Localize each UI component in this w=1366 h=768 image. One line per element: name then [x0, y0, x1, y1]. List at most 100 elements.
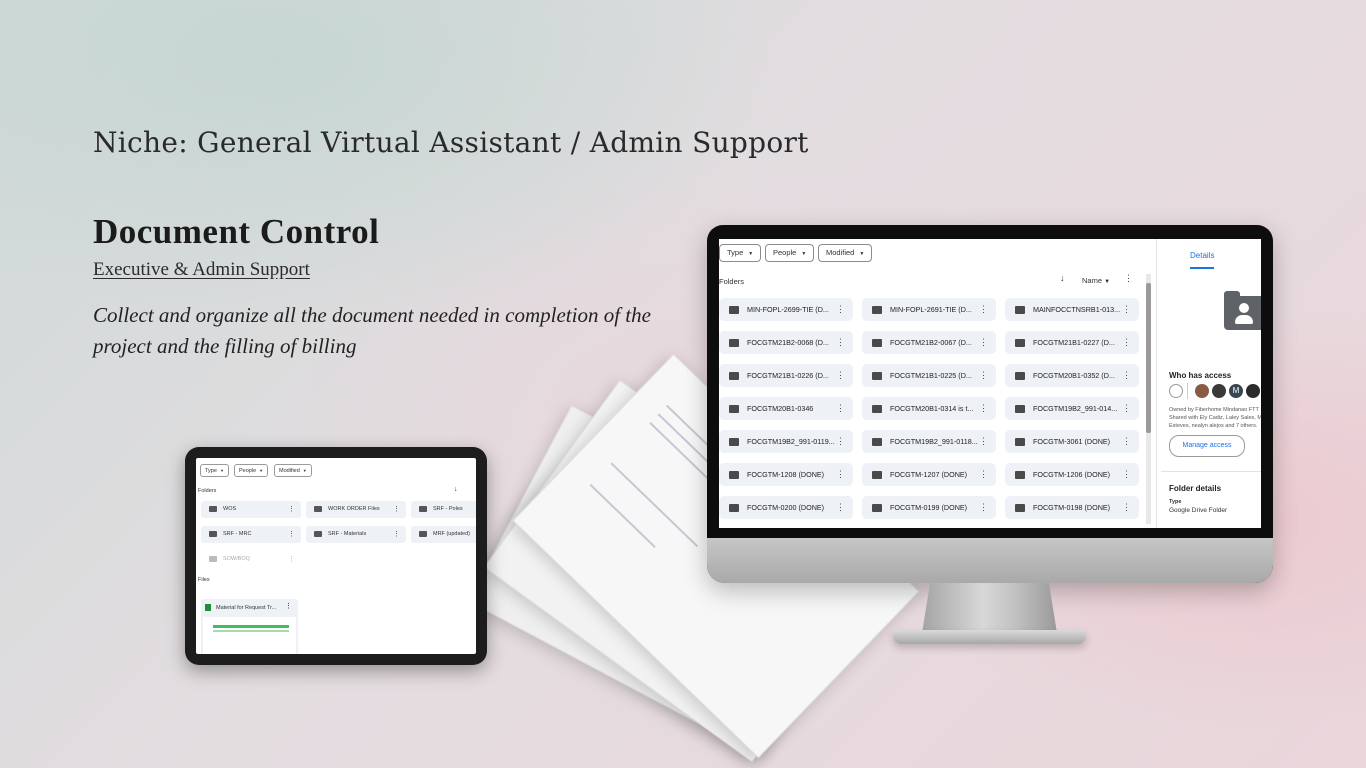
- folder-icon: [872, 405, 882, 413]
- folder-card[interactable]: FOCGTM21B2-0068 (D... ⋮: [719, 331, 853, 354]
- sort-arrow-icon[interactable]: ↓: [1060, 273, 1065, 283]
- more-options-icon[interactable]: ⋮: [836, 430, 845, 453]
- folder-card[interactable]: WOS ⋮: [201, 501, 301, 518]
- folder-card[interactable]: FOCGTM21B1-0226 (D... ⋮: [719, 364, 853, 387]
- folder-card[interactable]: MIN-FOPL-2699-TIE (D... ⋮: [719, 298, 853, 321]
- folder-icon: [419, 531, 427, 537]
- avatar[interactable]: M: [1229, 384, 1243, 398]
- drive-screen: Type ▼ People ▼ Modified ▼ Folders ↓ Name ▼…: [719, 239, 1261, 528]
- filter-modified-chip[interactable]: Modified ▼: [818, 244, 873, 262]
- folder-name: FOCGTM19B2_991-0119...: [747, 437, 835, 446]
- sort-name-button[interactable]: Name ▼: [1082, 276, 1110, 285]
- filter-modified-chip[interactable]: Modified ▼: [274, 464, 312, 477]
- filter-type-chip[interactable]: Type ▼: [200, 464, 229, 477]
- folder-card[interactable]: SOW/BOQ ⋮: [201, 551, 301, 568]
- more-options-icon[interactable]: ⋮: [1122, 430, 1131, 453]
- folder-icon: [1015, 339, 1025, 347]
- folder-card[interactable]: FOCGTM20B1-0352 (D... ⋮: [1005, 364, 1139, 387]
- filter-people-chip[interactable]: People ▼: [234, 464, 269, 477]
- more-options-icon[interactable]: ⋮: [836, 397, 845, 420]
- folder-card[interactable]: FOCGTM21B1-0227 (D... ⋮: [1005, 331, 1139, 354]
- folder-card[interactable]: FOCGTM-1208 (DONE) ⋮: [719, 463, 853, 486]
- folder-card[interactable]: WORK ORDER Files ⋮: [306, 501, 406, 518]
- more-options-icon[interactable]: ⋮: [836, 298, 845, 321]
- files-label: Files: [198, 577, 210, 583]
- more-options-icon[interactable]: ⋮: [836, 331, 845, 354]
- folder-icon: [419, 506, 427, 512]
- more-options-icon[interactable]: ⋮: [393, 526, 400, 543]
- folder-card[interactable]: MRF (updated): [411, 526, 476, 543]
- folder-icon: [1015, 438, 1025, 446]
- more-options-icon[interactable]: ⋮: [288, 501, 295, 518]
- folder-icon: [729, 306, 739, 314]
- tablet-device: Type ▼ People ▼ Modified ▼ Folders ↓ WOS ⋮ W…: [185, 447, 487, 665]
- more-options-icon[interactable]: ⋮: [979, 430, 988, 453]
- folder-card[interactable]: FOCGTM21B2-0067 (D... ⋮: [862, 331, 996, 354]
- more-options-icon[interactable]: ⋮: [979, 397, 988, 420]
- folder-card[interactable]: FOCGTM-1206 (DONE) ⋮: [1005, 463, 1139, 486]
- more-options-icon[interactable]: ⋮: [979, 496, 988, 519]
- avatar[interactable]: [1195, 384, 1209, 398]
- scrollbar-thumb[interactable]: [1146, 283, 1151, 433]
- folder-card[interactable]: FOCGTM21B1-0225 (D... ⋮: [862, 364, 996, 387]
- manage-access-button[interactable]: Manage access: [1169, 435, 1245, 457]
- more-options-icon[interactable]: ⋮: [979, 298, 988, 321]
- folder-name: SOW/BOQ: [223, 556, 250, 562]
- tab-details[interactable]: Details: [1190, 251, 1214, 260]
- folder-card[interactable]: SRF - Materials ⋮: [306, 526, 406, 543]
- folder-icon: [209, 556, 217, 562]
- more-options-icon[interactable]: ⋮: [836, 463, 845, 486]
- shared-text: Shared with Ely Cadiz, Laley Sales, M: [1169, 415, 1261, 421]
- folder-card[interactable]: FOCGTM19B2_991-014... ⋮: [1005, 397, 1139, 420]
- folder-name: FOCGTM21B1-0227 (D...: [1033, 338, 1115, 347]
- folder-card[interactable]: FOCGTM-0199 (DONE) ⋮: [862, 496, 996, 519]
- folder-card[interactable]: MIN-FOPL-2691-TIE (D... ⋮: [862, 298, 996, 321]
- more-options-icon[interactable]: ⋮: [1122, 463, 1131, 486]
- more-options-icon[interactable]: ⋮: [288, 526, 295, 543]
- folder-name: FOCGTM21B1-0225 (D...: [890, 371, 972, 380]
- caret-down-icon: ▼: [259, 468, 264, 473]
- folder-name: WORK ORDER Files: [328, 506, 380, 512]
- folder-icon: [729, 504, 739, 512]
- more-options-icon[interactable]: ⋮: [979, 463, 988, 486]
- avatar[interactable]: [1246, 384, 1260, 398]
- more-options-icon[interactable]: ⋮: [1122, 397, 1131, 420]
- folder-card[interactable]: FOCGTM-1207 (DONE) ⋮: [862, 463, 996, 486]
- caret-down-icon: ▼: [801, 251, 807, 257]
- owner-text: Owned by Fiberhome Mindanao FTT: [1169, 407, 1259, 413]
- more-options-icon[interactable]: ⋮: [1122, 298, 1131, 321]
- folder-card[interactable]: FOCGTM20B1-0346 ⋮: [719, 397, 853, 420]
- folder-card[interactable]: FOCGTM19B2_991-0119... ⋮: [719, 430, 853, 453]
- folder-card[interactable]: FOCGTM-3061 (DONE) ⋮: [1005, 430, 1139, 453]
- more-options-icon[interactable]: ⋮: [1122, 496, 1131, 519]
- more-options-icon[interactable]: ⋮: [836, 496, 845, 519]
- folder-card[interactable]: FOCGTM-0198 (DONE) ⋮: [1005, 496, 1139, 519]
- filter-people-chip[interactable]: People ▼: [765, 244, 815, 262]
- more-options-icon[interactable]: ⋮: [979, 331, 988, 354]
- type-label: Type: [1169, 499, 1182, 505]
- folder-name: FOCGTM-1207 (DONE): [890, 470, 968, 479]
- more-options-icon[interactable]: ⋮: [1124, 273, 1133, 284]
- page-description: Collect and organize all the document ne…: [93, 303, 651, 358]
- folder-card[interactable]: FOCGTM-0200 (DONE) ⋮: [719, 496, 853, 519]
- folder-card[interactable]: FOCGTM19B2_991-0118... ⋮: [862, 430, 996, 453]
- filter-type-chip[interactable]: Type ▼: [719, 244, 762, 262]
- folder-card[interactable]: SRF - MRC ⋮: [201, 526, 301, 543]
- file-card[interactable]: Material for Request Tr... ⋮: [201, 599, 298, 654]
- more-options-icon[interactable]: ⋮: [288, 551, 295, 568]
- folder-card[interactable]: MAINFOCCTNSRB1-013... ⋮: [1005, 298, 1139, 321]
- page-subtitle: Executive & Admin Support: [93, 259, 310, 280]
- more-options-icon[interactable]: ⋮: [836, 364, 845, 387]
- caret-down-icon: ▼: [219, 468, 224, 473]
- more-options-icon[interactable]: ⋮: [1122, 331, 1131, 354]
- sort-arrow-icon[interactable]: ↓: [454, 486, 458, 493]
- file-name: Material for Request Tr...: [216, 604, 277, 611]
- folder-card[interactable]: FOCGTM20B1-0314 is t... ⋮: [862, 397, 996, 420]
- more-options-icon[interactable]: ⋮: [393, 501, 400, 518]
- more-options-icon[interactable]: ⋮: [285, 602, 292, 610]
- more-options-icon[interactable]: ⋮: [979, 364, 988, 387]
- folder-card[interactable]: SRF - Poles: [411, 501, 476, 518]
- more-options-icon[interactable]: ⋮: [1122, 364, 1131, 387]
- folder-name: FOCGTM-0198 (DONE): [1033, 503, 1111, 512]
- avatar[interactable]: [1212, 384, 1226, 398]
